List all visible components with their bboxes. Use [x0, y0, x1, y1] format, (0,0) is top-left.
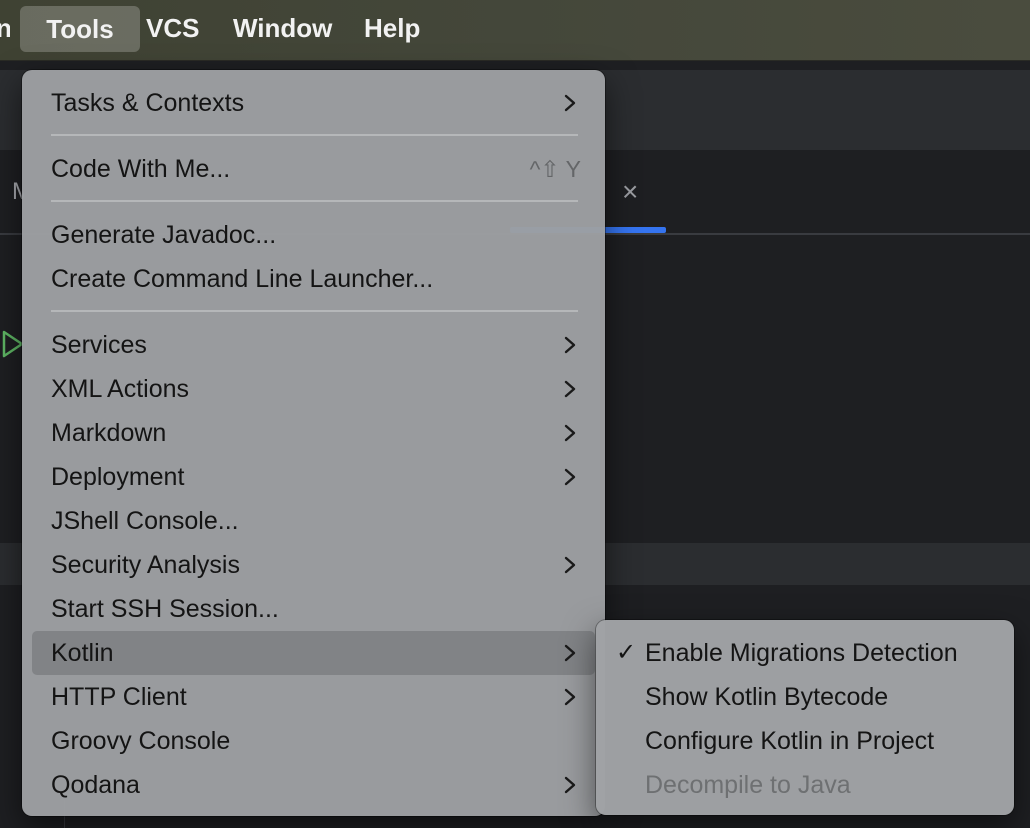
submenu-item-label: Enable Migrations Detection [645, 639, 958, 667]
menubar-item-vcs[interactable]: VCS [146, 0, 199, 56]
menu-item-label: Services [51, 331, 147, 359]
menu-bar: n Tools VCS Window Help [0, 0, 1030, 61]
submenu-item-configure-kotlin-in-project[interactable]: Configure Kotlin in Project [604, 719, 1006, 763]
menu-item-create-command-line-launcher[interactable]: Create Command Line Launcher... [32, 257, 595, 301]
submenu-item-decompile-to-java: Decompile to Java [604, 763, 1006, 807]
menu-item-label: Qodana [51, 771, 140, 799]
menubar-item-partial[interactable]: n [0, 0, 10, 56]
menu-item-deployment[interactable]: Deployment [32, 455, 595, 499]
menu-item-label: Deployment [51, 463, 185, 491]
menubar-item-help[interactable]: Help [364, 0, 420, 56]
menu-separator [51, 310, 578, 312]
menu-item-label: Create Command Line Launcher... [51, 265, 434, 293]
menu-item-qodana[interactable]: Qodana [32, 763, 595, 807]
menu-item-groovy-console[interactable]: Groovy Console [32, 719, 595, 763]
menu-item-generate-javadoc[interactable]: Generate Javadoc... [32, 213, 595, 257]
menu-item-security-analysis[interactable]: Security Analysis [32, 543, 595, 587]
menu-item-markdown[interactable]: Markdown [32, 411, 595, 455]
run-gutter-icon[interactable] [2, 330, 24, 358]
menu-item-label: Start SSH Session... [51, 595, 279, 623]
menu-separator [51, 134, 578, 136]
menu-item-label: Security Analysis [51, 551, 240, 579]
menu-item-label: Kotlin [51, 639, 114, 667]
chevron-right-icon [563, 556, 577, 574]
chevron-right-icon [563, 776, 577, 794]
close-icon[interactable]: × [622, 176, 638, 208]
menu-item-label: Groovy Console [51, 727, 231, 755]
menu-item-label: Markdown [51, 419, 167, 447]
menu-item-tasks-contexts[interactable]: Tasks & Contexts [32, 81, 595, 125]
chevron-right-icon [563, 424, 577, 442]
menu-item-jshell-console[interactable]: JShell Console... [32, 499, 595, 543]
menu-item-label: Generate Javadoc... [51, 221, 277, 249]
menu-item-label: Tasks & Contexts [51, 89, 245, 117]
chevron-right-icon [563, 380, 577, 398]
chevron-right-icon [563, 94, 577, 112]
submenu-item-enable-migrations-detection[interactable]: ✓ Enable Migrations Detection [604, 631, 1006, 675]
menu-item-code-with-me[interactable]: Code With Me... ^⇧ Y [32, 147, 595, 191]
menubar-item-tools[interactable]: Tools [20, 6, 140, 52]
submenu-item-label: Decompile to Java [645, 771, 851, 799]
menubar-item-window[interactable]: Window [233, 0, 332, 56]
chevron-right-icon [563, 688, 577, 706]
menu-item-kotlin[interactable]: Kotlin [32, 631, 595, 675]
menu-separator [51, 200, 578, 202]
menu-item-label: Code With Me... [51, 155, 231, 183]
menu-item-label: XML Actions [51, 375, 190, 403]
tools-menu: Tasks & Contexts Code With Me... ^⇧ Y Ge… [22, 70, 605, 816]
menu-item-http-client[interactable]: HTTP Client [32, 675, 595, 719]
menu-item-label: JShell Console... [51, 507, 239, 535]
chevron-right-icon [563, 336, 577, 354]
keyboard-shortcut: ^⇧ Y [529, 156, 581, 182]
chevron-right-icon [563, 644, 577, 662]
chevron-right-icon [563, 468, 577, 486]
submenu-item-label: Show Kotlin Bytecode [645, 683, 889, 711]
checkmark-icon: ✓ [616, 639, 637, 666]
menu-item-start-ssh-session[interactable]: Start SSH Session... [32, 587, 595, 631]
submenu-item-label: Configure Kotlin in Project [645, 727, 935, 755]
menu-item-services[interactable]: Services [32, 323, 595, 367]
kotlin-submenu: ✓ Enable Migrations Detection Show Kotli… [596, 620, 1014, 815]
submenu-item-show-kotlin-bytecode[interactable]: Show Kotlin Bytecode [604, 675, 1006, 719]
menu-item-label: HTTP Client [51, 683, 187, 711]
menu-item-xml-actions[interactable]: XML Actions [32, 367, 595, 411]
